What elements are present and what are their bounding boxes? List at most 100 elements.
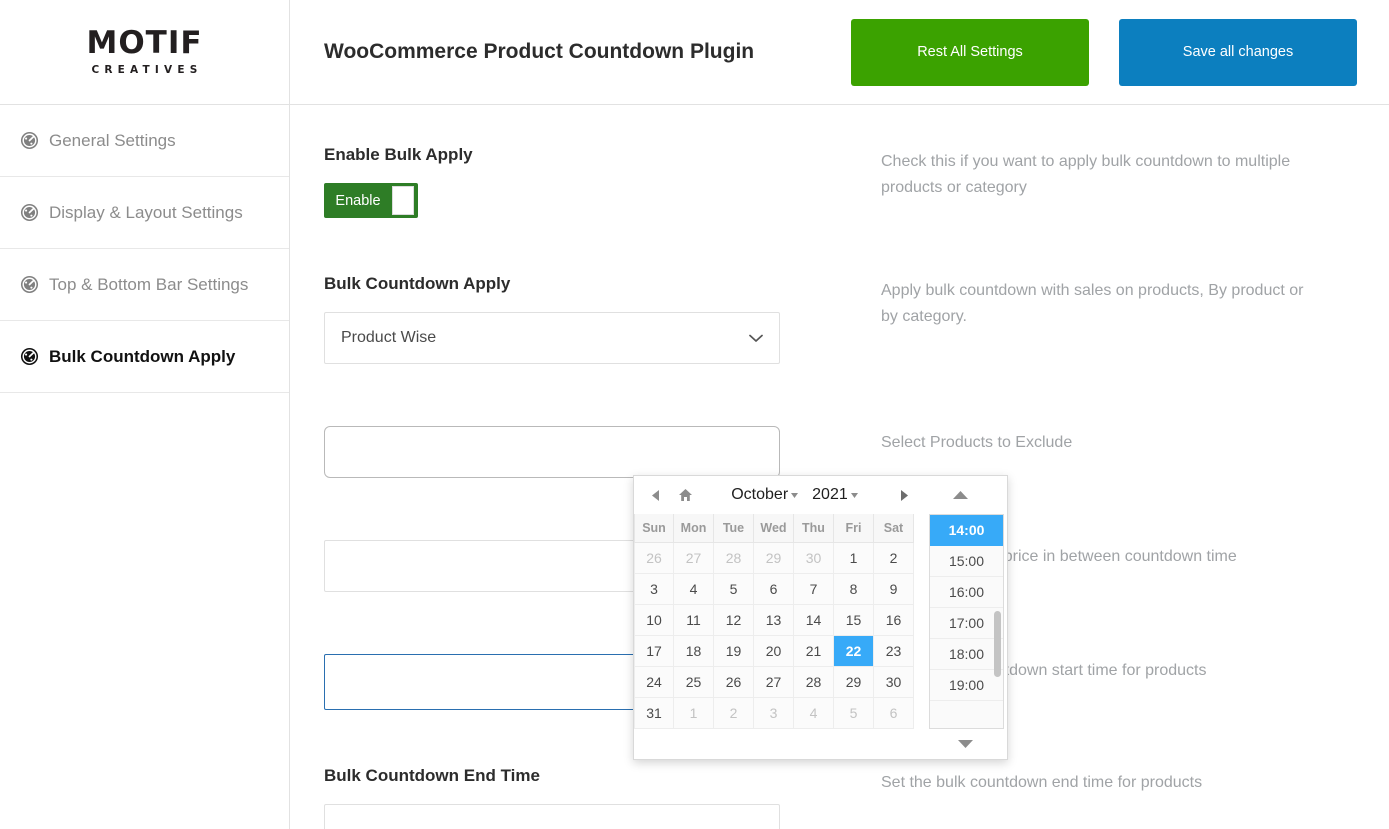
calendar-day[interactable]: 2 bbox=[714, 698, 754, 729]
weekday-label: Wed bbox=[754, 514, 794, 543]
time-option-selected[interactable]: 14:00 bbox=[930, 515, 1003, 546]
field-row-enable-bulk-apply: Enable Bulk Apply Enable Check this if y… bbox=[290, 145, 1389, 218]
calendar-day[interactable]: 16 bbox=[874, 605, 914, 636]
weekday-label: Sat bbox=[874, 514, 914, 543]
month-label: October bbox=[731, 486, 789, 503]
calendar-day[interactable]: 3 bbox=[634, 574, 674, 605]
header-bar: WooCommerce Product Countdown Plugin Res… bbox=[290, 0, 1389, 105]
calendar-day[interactable]: 26 bbox=[634, 543, 674, 574]
field-help-text: Select Products to Exclude bbox=[881, 434, 1073, 451]
calendar-day[interactable]: 13 bbox=[754, 605, 794, 636]
calendar-day[interactable]: 28 bbox=[714, 543, 754, 574]
calendar-day[interactable]: 23 bbox=[874, 636, 914, 667]
field-help-text: Check this if you want to apply bulk cou… bbox=[881, 153, 1291, 196]
calendar-day[interactable]: 19 bbox=[714, 636, 754, 667]
time-list-scrollbar[interactable] bbox=[994, 611, 1001, 677]
calendar-day[interactable]: 1 bbox=[834, 543, 874, 574]
calendar-day[interactable]: 9 bbox=[874, 574, 914, 605]
calendar-day[interactable]: 26 bbox=[714, 667, 754, 698]
calendar-day[interactable]: 29 bbox=[834, 667, 874, 698]
field-control-area: Enable Bulk Apply Enable bbox=[324, 145, 814, 218]
time-option[interactable]: 18:00 bbox=[930, 639, 1003, 670]
scroll-up-triangle-icon[interactable] bbox=[921, 490, 999, 500]
datepicker-body: Sun Mon Tue Wed Thu Fri Sat 26 27 28 29 30 1 2… bbox=[634, 514, 1007, 729]
field-row-bulk-countdown-apply: Bulk Countdown Apply Product Wise Apply … bbox=[290, 274, 1389, 364]
calendar-day[interactable]: 14 bbox=[794, 605, 834, 636]
bulk-countdown-apply-select[interactable]: Product Wise bbox=[324, 312, 780, 364]
calendar-day[interactable]: 30 bbox=[874, 667, 914, 698]
home-icon[interactable] bbox=[672, 488, 698, 502]
calendar-day[interactable]: 5 bbox=[834, 698, 874, 729]
exclude-products-select[interactable] bbox=[324, 426, 780, 478]
calendar-day[interactable]: 2 bbox=[874, 543, 914, 574]
time-option[interactable]: 15:00 bbox=[930, 546, 1003, 577]
calendar-day[interactable]: 29 bbox=[754, 543, 794, 574]
time-list[interactable]: 14:00 15:00 16:00 17:00 18:00 19:00 bbox=[929, 514, 1004, 729]
datepicker-header: October 2021 bbox=[634, 476, 1007, 514]
sidebar-item-bulk-countdown-apply[interactable]: Bulk Countdown Apply bbox=[0, 321, 289, 393]
year-label: 2021 bbox=[812, 486, 848, 503]
chevron-down-icon bbox=[791, 492, 799, 498]
bulk-countdown-end-time-input[interactable] bbox=[324, 804, 780, 829]
calendar-day[interactable]: 10 bbox=[634, 605, 674, 636]
calendar-day[interactable]: 21 bbox=[794, 636, 834, 667]
weekday-label: Fri bbox=[834, 514, 874, 543]
sidebar-item-label: Top & Bottom Bar Settings bbox=[49, 275, 249, 294]
calendar-week-row: 31 1 2 3 4 5 6 bbox=[634, 698, 926, 729]
calendar-day[interactable]: 6 bbox=[754, 574, 794, 605]
field-label: Bulk Countdown End Time bbox=[324, 766, 540, 785]
gauge-icon bbox=[20, 131, 39, 150]
field-help-text: Apply bulk countdown with sales on produ… bbox=[881, 282, 1304, 325]
weekday-label: Thu bbox=[794, 514, 834, 543]
time-option[interactable]: 16:00 bbox=[930, 577, 1003, 608]
calendar-day[interactable]: 15 bbox=[834, 605, 874, 636]
calendar-day[interactable]: 25 bbox=[674, 667, 714, 698]
next-triangle-icon[interactable] bbox=[891, 489, 917, 502]
footer-spacer bbox=[634, 729, 926, 759]
calendar-day[interactable]: 12 bbox=[714, 605, 754, 636]
sidebar-item-general-settings[interactable]: General Settings bbox=[0, 105, 289, 177]
calendar-day[interactable]: 31 bbox=[634, 698, 674, 729]
scroll-down-triangle-icon[interactable] bbox=[926, 729, 1004, 759]
gauge-icon bbox=[20, 275, 39, 294]
time-rows: 14:00 15:00 16:00 17:00 18:00 19:00 bbox=[930, 515, 1003, 701]
weekday-label: Tue bbox=[714, 514, 754, 543]
calendar-day[interactable]: 1 bbox=[674, 698, 714, 729]
calendar-week-row: 24 25 26 27 28 29 30 bbox=[634, 667, 926, 698]
calendar-day[interactable]: 5 bbox=[714, 574, 754, 605]
datepicker-footer bbox=[634, 729, 1007, 759]
sidebar-item-top-bottom-bar-settings[interactable]: Top & Bottom Bar Settings bbox=[0, 249, 289, 321]
calendar-day[interactable]: 27 bbox=[754, 667, 794, 698]
reset-all-settings-button[interactable]: Rest All Settings bbox=[851, 18, 1089, 86]
calendar-day[interactable]: 20 bbox=[754, 636, 794, 667]
calendar-day[interactable]: 18 bbox=[674, 636, 714, 667]
time-option[interactable]: 19:00 bbox=[930, 670, 1003, 701]
save-all-changes-button[interactable]: Save all changes bbox=[1119, 18, 1357, 86]
enable-bulk-apply-toggle[interactable]: Enable bbox=[324, 183, 418, 218]
year-select[interactable]: 2021 bbox=[812, 486, 858, 504]
sidebar-item-display-layout-settings[interactable]: Display & Layout Settings bbox=[0, 177, 289, 249]
time-option[interactable]: 17:00 bbox=[930, 608, 1003, 639]
calendar-day[interactable]: 11 bbox=[674, 605, 714, 636]
settings-content: Enable Bulk Apply Enable Check this if y… bbox=[290, 105, 1389, 829]
calendar-day[interactable]: 4 bbox=[794, 698, 834, 729]
calendar-day[interactable]: 24 bbox=[634, 667, 674, 698]
calendar-week-row: 3456789 bbox=[634, 574, 926, 605]
calendar-day[interactable]: 28 bbox=[794, 667, 834, 698]
calendar-day[interactable]: 7 bbox=[794, 574, 834, 605]
app-root: MOTIF CREATIVES General Settings Display… bbox=[0, 0, 1389, 829]
prev-triangle-icon[interactable] bbox=[642, 489, 668, 502]
calendar-day-selected[interactable]: 22 bbox=[834, 636, 874, 667]
weekday-label: Sun bbox=[634, 514, 674, 543]
calendar-day[interactable]: 8 bbox=[834, 574, 874, 605]
calendar-day[interactable]: 4 bbox=[674, 574, 714, 605]
calendar-day[interactable]: 6 bbox=[874, 698, 914, 729]
calendar-week-row: 26 27 28 29 30 1 2 bbox=[634, 543, 926, 574]
calendar-day[interactable]: 3 bbox=[754, 698, 794, 729]
calendar-day[interactable]: 17 bbox=[634, 636, 674, 667]
month-select[interactable]: October bbox=[731, 486, 799, 504]
calendar-day[interactable]: 30 bbox=[794, 543, 834, 574]
calendar-day[interactable]: 27 bbox=[674, 543, 714, 574]
datetime-picker-popup[interactable]: October 2021 Sun Mon Tue Wed Thu Fri Sat… bbox=[633, 475, 1008, 760]
